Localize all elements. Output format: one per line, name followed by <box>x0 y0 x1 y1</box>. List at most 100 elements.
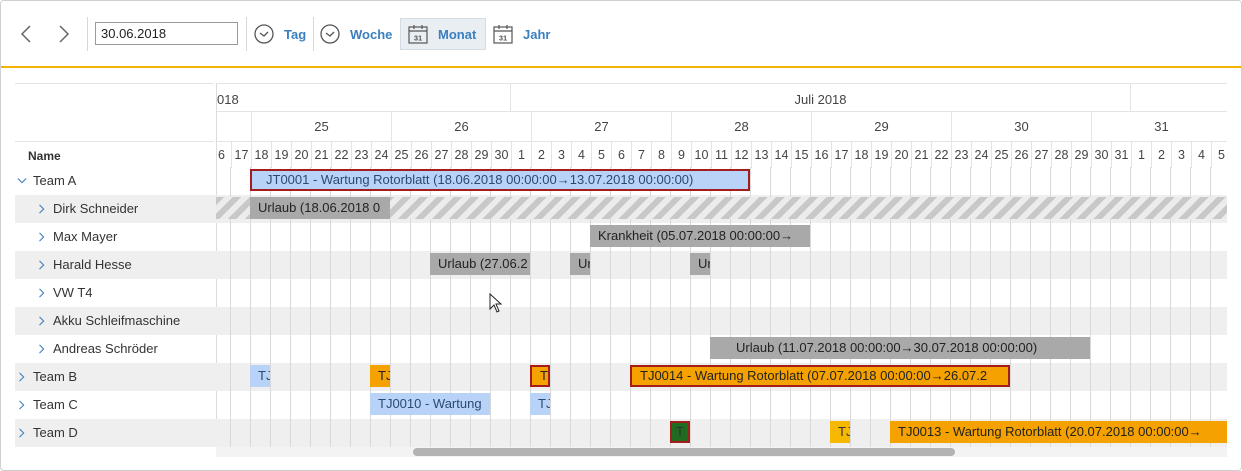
day-cell: 22 <box>931 142 951 168</box>
chevron-right-icon[interactable] <box>37 288 47 298</box>
resource-row-label[interactable]: Dirk Schneider <box>15 195 214 223</box>
resource-row-label[interactable]: Harald Hesse <box>15 251 214 279</box>
resource-name: Akku Schleifmaschine <box>53 313 181 328</box>
resource-name: Harald Hesse <box>53 257 132 272</box>
horizontal-scrollbar[interactable] <box>216 447 1227 457</box>
week-cell: 30 <box>951 112 1091 142</box>
event-bar-urlaub-harald[interactable]: Ur <box>690 253 710 275</box>
chevron-right-icon[interactable] <box>17 400 27 410</box>
view-year-button[interactable]: 31 Jahr <box>492 18 550 50</box>
event-bar-urlaub-harald[interactable]: Urlaub (27.06.2 <box>430 253 530 275</box>
chevron-left-icon <box>20 25 31 43</box>
resource-name: VW T4 <box>53 285 93 300</box>
event-bar-team-c[interactable]: TJ <box>530 393 550 415</box>
view-month-button[interactable]: 31 Monat <box>400 18 486 50</box>
view-week-button[interactable]: Woche <box>319 18 392 50</box>
chevron-down-icon[interactable] <box>17 176 27 186</box>
day-cell: 28 <box>451 142 471 168</box>
resource-name: Max Mayer <box>53 229 118 244</box>
event-bar-krankheit-max[interactable]: Krankheit (05.07.2018 00:00:00→ <box>590 225 810 247</box>
day-cell: 23 <box>951 142 971 168</box>
resource-row-label[interactable]: Team C <box>15 391 214 419</box>
event-bar-team-d[interactable]: T <box>670 421 690 443</box>
event-bar-urlaub-harald[interactable]: Ur <box>570 253 590 275</box>
resource-name: Team C <box>33 397 78 412</box>
event-bar-tj0013[interactable]: TJ0013 - Wartung Rotorblatt (20.07.2018 … <box>890 421 1227 443</box>
month-cell <box>1130 84 1227 112</box>
chevron-right-icon[interactable] <box>17 428 27 438</box>
event-bar-team-b[interactable]: TJ <box>250 365 270 387</box>
toolbar-divider <box>246 17 247 51</box>
view-month-label: Monat <box>438 26 477 42</box>
previous-button[interactable] <box>15 23 37 45</box>
week-cell: 26 <box>391 112 531 142</box>
resource-row-label[interactable]: Max Mayer <box>15 223 214 251</box>
event-bar-urlaub-andreas[interactable]: Urlaub (11.07.2018 00:00:00→30.07.2018 0… <box>710 337 1090 359</box>
day-cell: 24 <box>371 142 391 168</box>
day-cell: 24 <box>971 142 991 168</box>
week-cell: 31 <box>1091 112 1227 142</box>
week-cell: 27 <box>531 112 671 142</box>
day-cell: 29 <box>471 142 491 168</box>
day-cell: 26 <box>1011 142 1031 168</box>
chevron-right-icon[interactable] <box>37 232 47 242</box>
resource-row-label[interactable]: Andreas Schröder <box>15 335 214 363</box>
chevron-right-icon[interactable] <box>37 204 47 214</box>
day-cell: 15 <box>791 142 811 168</box>
clock-icon <box>254 24 274 44</box>
day-cell: 1 <box>1131 142 1151 168</box>
day-header-row: 6 17 18 19 20 21 22 23 24 25 26 27 28 29 30 1 2 3 4 5 6 7 8 9 10… <box>217 141 1227 168</box>
name-column-header[interactable]: Name <box>15 141 214 167</box>
event-bar-jt0001[interactable]: JT0001 - Wartung Rotorblatt (18.06.2018 … <box>250 169 750 191</box>
event-bar-tj0014[interactable]: TJ0014 - Wartung Rotorblatt (07.07.2018 … <box>630 365 1010 387</box>
chevron-right-icon[interactable] <box>37 316 47 326</box>
day-cell: 8 <box>651 142 671 168</box>
day-cell: 17 <box>831 142 851 168</box>
day-cell: 4 <box>571 142 591 168</box>
day-cell: 27 <box>431 142 451 168</box>
event-bar-tj0010[interactable]: TJ0010 - Wartung <box>370 393 490 415</box>
clock-icon <box>320 24 340 44</box>
event-bars: JT0001 - Wartung Rotorblatt (18.06.2018 … <box>216 167 1227 447</box>
chevron-right-icon[interactable] <box>17 372 27 382</box>
week-cell: 25 <box>251 112 391 142</box>
date-input[interactable] <box>95 22 238 45</box>
day-cell: 21 <box>911 142 931 168</box>
event-bar-team-d[interactable]: TJ <box>830 421 850 443</box>
toolbar: Tag Woche 31 Monat 31 Ja <box>1 1 1241 68</box>
resource-row-label[interactable]: Team A <box>15 167 214 195</box>
event-bar-urlaub-dirk[interactable]: Urlaub (18.06.2018 0 <box>250 197 390 219</box>
day-cell: 16 <box>811 142 831 168</box>
chevron-right-icon[interactable] <box>37 260 47 270</box>
resource-name: Team A <box>33 173 77 188</box>
resource-row-label[interactable]: Team D <box>15 419 214 447</box>
day-cell: 9 <box>671 142 691 168</box>
view-day-button[interactable]: Tag <box>253 18 306 50</box>
chevron-right-icon <box>59 25 70 43</box>
resource-row-label[interactable]: Team B <box>15 363 214 391</box>
view-day-label: Tag <box>284 26 307 42</box>
svg-text:31: 31 <box>499 34 507 43</box>
day-cell: 26 <box>411 142 431 168</box>
view-year-label: Jahr <box>523 26 551 42</box>
scrollbar-thumb[interactable] <box>413 448 955 456</box>
month-cell: Juli 2018 <box>510 84 1130 112</box>
toolbar-divider <box>313 17 314 51</box>
day-cell: 12 <box>731 142 751 168</box>
day-cell: 7 <box>631 142 651 168</box>
event-bar-team-b[interactable]: T <box>530 365 550 387</box>
next-button[interactable] <box>53 23 75 45</box>
month-cell: 018 <box>217 84 510 112</box>
resource-name: Team B <box>33 369 78 384</box>
event-bar-team-b[interactable]: TJ <box>370 365 390 387</box>
resource-row-label[interactable]: VW T4 <box>15 279 214 307</box>
day-cell: 18 <box>251 142 271 168</box>
resource-name: Andreas Schröder <box>53 341 158 356</box>
day-cell: 10 <box>691 142 711 168</box>
scheduler-window: Tag Woche 31 Monat 31 Ja <box>0 0 1242 471</box>
week-cell <box>217 112 251 142</box>
chevron-right-icon[interactable] <box>37 344 47 354</box>
day-cell: 30 <box>491 142 511 168</box>
resource-row-label[interactable]: Akku Schleifmaschine <box>15 307 214 335</box>
day-cell: 2 <box>1151 142 1171 168</box>
